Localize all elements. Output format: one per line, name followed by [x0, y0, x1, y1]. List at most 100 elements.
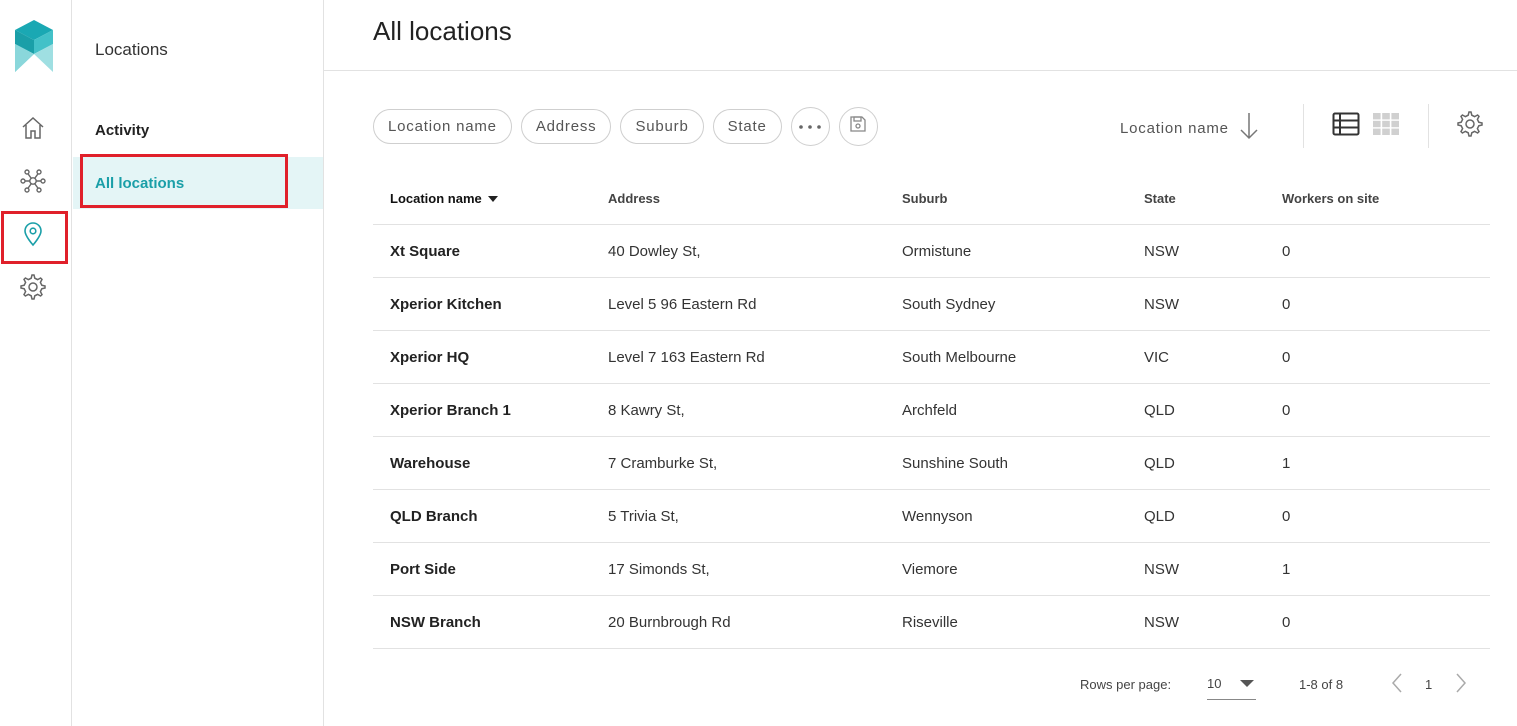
cell-location-name: Xperior HQ [390, 348, 470, 366]
subnav-item-all-locations[interactable]: All locations [73, 157, 323, 209]
cell-suburb: Ormistune [902, 242, 972, 260]
subnav-item-activity[interactable]: Activity [73, 104, 323, 156]
table-row[interactable]: Xt Square 40 Dowley St, Ormistune NSW 0 [373, 225, 1490, 278]
previous-page-button[interactable] [1390, 668, 1404, 700]
table-row[interactable]: Xperior HQ Level 7 163 Eastern Rd South … [373, 331, 1490, 384]
cell-workers-on-site: 0 [1282, 295, 1291, 313]
network-icon [19, 167, 47, 200]
table-header: Location name Address Suburb State Worke… [373, 173, 1490, 225]
cell-address: 40 Dowley St, [608, 242, 701, 260]
page-title: All locations [373, 16, 512, 46]
next-page-button[interactable] [1454, 668, 1468, 700]
filter-toolbar: Location name Address Suburb State [373, 106, 887, 146]
filter-chip-location-name[interactable]: Location name [373, 108, 512, 144]
rows-per-page-label: Rows per page: [1080, 676, 1172, 692]
location-pin-icon [19, 220, 47, 253]
cell-state: QLD [1144, 507, 1175, 525]
filter-chip-address[interactable]: Address [520, 108, 612, 144]
table-row[interactable]: Xperior Branch 1 8 Kawry St, Archfeld QL… [373, 384, 1490, 437]
cell-workers-on-site: 1 [1282, 454, 1291, 472]
table-settings-button[interactable] [1454, 110, 1486, 142]
cell-state: NSW [1144, 560, 1179, 578]
home-icon [19, 114, 47, 147]
cell-address: Level 7 163 Eastern Rd [608, 348, 765, 366]
column-header-suburb[interactable]: Suburb [902, 191, 1144, 206]
icon-rail [0, 0, 72, 726]
cell-suburb: Riseville [902, 613, 958, 631]
cell-state: QLD [1144, 401, 1175, 419]
nav-home-button[interactable] [16, 113, 50, 147]
cell-location-name: Xt Square [390, 242, 461, 260]
pagination-range: 1-8 of 8 [1299, 676, 1344, 692]
cell-workers-on-site: 0 [1282, 401, 1291, 419]
current-page-number: 1 [1425, 676, 1433, 692]
column-header-state[interactable]: State [1144, 191, 1282, 206]
cell-suburb: Sunshine South [902, 454, 1008, 472]
cell-address: 5 Trivia St, [608, 507, 679, 525]
cell-location-name: NSW Branch [390, 613, 481, 631]
grid-view-icon [1372, 112, 1400, 141]
cell-location-name: Port Side [390, 560, 456, 578]
filter-chip-state[interactable]: State [712, 108, 782, 144]
cell-suburb: South Sydney [902, 295, 996, 313]
cell-location-name: Xperior Branch 1 [390, 401, 511, 419]
cell-location-name: Xperior Kitchen [390, 295, 502, 313]
chevron-left-icon [1390, 672, 1404, 697]
grid-view-button[interactable] [1371, 111, 1401, 141]
table-row[interactable]: Xperior Kitchen Level 5 96 Eastern Rd So… [373, 278, 1490, 331]
app-logo [14, 20, 54, 74]
cell-suburb: South Melbourne [902, 348, 1017, 366]
rows-per-page-select[interactable]: 10 [1207, 668, 1256, 700]
save-filter-button[interactable] [838, 106, 878, 146]
toolbar-divider [1303, 104, 1304, 148]
list-view-button[interactable] [1331, 111, 1361, 141]
sort-control[interactable]: Location name [1120, 110, 1259, 146]
secondary-nav: Locations Activity All locations [73, 0, 324, 726]
cell-workers-on-site: 0 [1282, 242, 1291, 260]
arrow-down-icon [1229, 111, 1259, 145]
cell-address: 8 Kawry St, [608, 401, 685, 419]
cell-suburb: Archfeld [902, 401, 958, 419]
cell-location-name: Warehouse [390, 454, 471, 472]
cell-workers-on-site: 0 [1282, 613, 1291, 631]
rows-per-page-value: 10 [1207, 676, 1222, 691]
section-title: Locations [95, 40, 168, 59]
table-row[interactable]: Port Side 17 Simonds St, Viemore NSW 1 [373, 543, 1490, 596]
cell-address: 7 Cramburke St, [608, 454, 718, 472]
dropdown-caret-icon [1240, 680, 1254, 687]
header-divider [324, 70, 1517, 71]
more-filters-button[interactable] [790, 106, 830, 146]
cell-address: 20 Burnbrough Rd [608, 613, 731, 631]
cell-address: 17 Simonds St, [608, 560, 710, 578]
column-header-location-name[interactable]: Location name [373, 191, 608, 206]
nav-network-button[interactable] [16, 166, 50, 200]
cell-state: NSW [1144, 613, 1179, 631]
filter-chip-suburb[interactable]: Suburb [620, 108, 704, 144]
sort-desc-caret-icon [487, 195, 498, 202]
chevron-right-icon [1454, 672, 1468, 697]
column-header-workers-on-site[interactable]: Workers on site [1282, 191, 1482, 206]
cell-suburb: Wennyson [902, 507, 973, 525]
table-row[interactable]: NSW Branch 20 Burnbrough Rd Riseville NS… [373, 596, 1490, 649]
sort-label: Location name [1120, 119, 1229, 137]
cell-state: NSW [1144, 242, 1179, 260]
more-horizontal-icon [798, 117, 822, 135]
main-content: All locations Location name Address Subu… [324, 0, 1517, 726]
save-icon [849, 115, 867, 138]
table-row[interactable]: QLD Branch 5 Trivia St, Wennyson QLD 0 [373, 490, 1490, 543]
cell-state: QLD [1144, 454, 1175, 472]
cell-suburb: Viemore [902, 560, 958, 578]
cell-address: Level 5 96 Eastern Rd [608, 295, 757, 313]
column-header-address[interactable]: Address [608, 191, 902, 206]
cell-workers-on-site: 1 [1282, 560, 1291, 578]
cell-workers-on-site: 0 [1282, 348, 1291, 366]
locations-table: Location name Address Suburb State Worke… [373, 173, 1490, 649]
table-row[interactable]: Warehouse 7 Cramburke St, Sunshine South… [373, 437, 1490, 490]
list-view-icon [1332, 112, 1360, 141]
cell-workers-on-site: 0 [1282, 507, 1291, 525]
cell-state: VIC [1144, 348, 1170, 366]
nav-locations-button[interactable] [16, 219, 50, 253]
gear-icon [19, 273, 47, 306]
toolbar-divider [1428, 104, 1429, 148]
nav-settings-button[interactable] [16, 272, 50, 306]
